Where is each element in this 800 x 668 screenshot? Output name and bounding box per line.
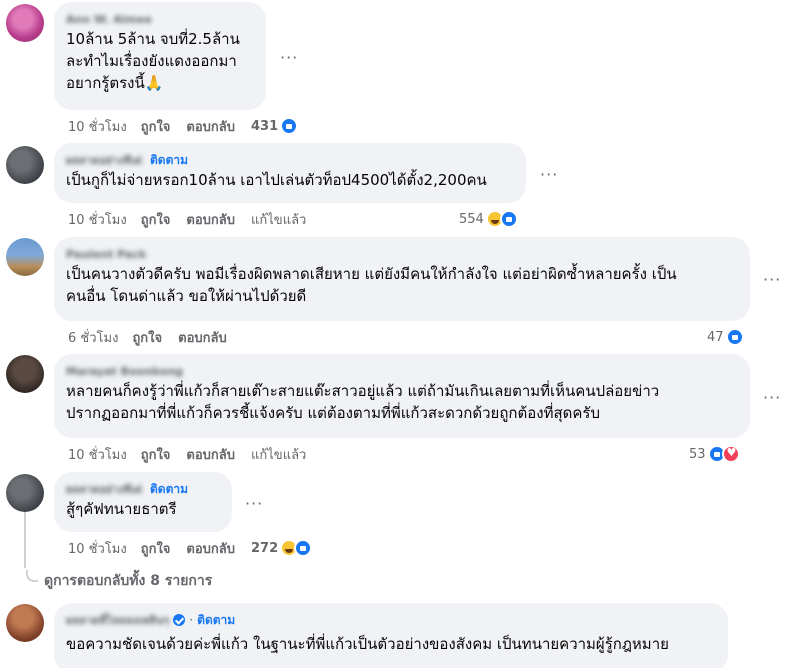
comment-bubble: Marayat Boonbong หลายคนก็คงรู้ว่าพี่แก้ว… [54,354,750,438]
comment-bubble: ผลลาดที่ไหลลงเพลินๆ · ติดตาม ขอความชัดเจ… [54,603,728,668]
comment-text: หลายคนก็คงรู้ว่าพี่แก้วก็สายเต๊าะสายแต๊ะ… [66,380,738,424]
reaction-count: 47 [707,329,724,345]
reply-button[interactable]: ตอบกลับ [186,538,235,559]
thread-line [24,512,26,568]
comment-actions: 6 ชั่วโมง ถูกใจ ตอบกลับ [68,327,243,347]
edited-label: แก้ไขแล้ว [251,447,307,463]
verified-icon [173,614,186,626]
edited-label: แก้ไขแล้ว [251,212,307,228]
comment-line: 10ล้าน 5ล้าน จบที่2.5ล้าน [66,30,240,48]
comment-text: สู้ๆคัฟทนายธาตรี [66,500,177,518]
love-reaction-icon [721,445,740,463]
avatar[interactable] [6,474,44,512]
reaction-count: 554 [459,211,484,227]
more-options-button[interactable]: ··· [245,494,263,513]
more-options-button[interactable]: ··· [763,388,781,407]
reply-button[interactable]: ตอบกลับ [186,116,235,137]
follow-button[interactable]: ติดตาม [150,151,188,170]
comment-time[interactable]: 10 ชั่วโมง [68,116,127,137]
like-reaction-icon [725,328,744,346]
reaction-count: 272 [251,540,279,556]
commenter-name[interactable]: Marayat Boonbong [66,365,183,378]
like-button[interactable]: ถูกใจ [141,444,171,465]
comment-actions: 10 ชั่วโมง ถูกใจ ตอบกลับ แก้ไขแล้ว [68,444,306,464]
comment-line: ละทำไมเรื่องยังแดงออกมา [66,52,237,70]
follow-button[interactable]: ติดตาม [197,611,235,630]
reaction-summary[interactable]: 431 [251,116,299,136]
like-button[interactable]: ถูกใจ [132,327,162,348]
reaction-summary[interactable]: 272 [251,538,313,558]
avatar[interactable] [6,4,44,42]
view-replies-link[interactable]: ดูการตอบกลับทั้ง 8 รายการ [26,570,212,592]
commenter-name[interactable]: ผลลาดที่ไหลลงเพลินๆ [66,611,169,629]
like-reaction-icon [280,117,299,135]
comment-time[interactable]: 10 ชั่วโมง [68,444,127,465]
reaction-count: 431 [251,118,279,134]
comment-text: 10ล้าน 5ล้าน จบที่2.5ล้าน ละทำไมเรื่องยั… [66,28,254,94]
like-reaction-icon [499,210,518,228]
comment-text: เป็นกูก็ไม่จ่ายหรอก10ล้าน เอาไปเล่นตัวท็… [66,171,487,189]
comment-actions: 10 ชั่วโมง ถูกใจ ตอบกลับ แก้ไขแล้ว [68,209,306,229]
more-options-button[interactable]: ··· [763,270,781,289]
more-options-button[interactable]: ··· [540,165,558,184]
comment-text: เป็นคนวางตัวดีครับ พอมีเรื่องผิดพลาดเสีย… [66,263,738,307]
comment-line: คนอื่น โดนด่าแล้ว ขอให้ผ่านไปด้วยดี [66,287,307,305]
commenter-name[interactable]: ผลลาดอย่างทีเด่ [66,151,142,169]
comment-time[interactable]: 6 ชั่วโมง [68,327,118,348]
comment-bubble: ผลลาดอย่างทีเด่ ติดตาม สู้ๆคัฟทนายธาตรี [54,472,232,532]
reaction-summary[interactable]: 53 [689,444,740,464]
comment-bubble: ผลลาดอย่างทีเด่ ติดตาม เป็นกูก็ไม่จ่ายหร… [54,143,526,203]
comment-line: หลายคนก็คงรู้ว่าพี่แก้วก็สายเต๊าะสายแต๊ะ… [66,382,660,400]
separator: · [189,613,194,627]
comment-time[interactable]: 10 ชั่วโมง [68,209,127,230]
view-replies-label[interactable]: ดูการตอบกลับทั้ง 8 รายการ [44,570,212,592]
comment-text: ขอความชัดเจนด้วยค่ะพี่แก้ว ในฐานะที่พี่แ… [66,635,669,653]
like-button[interactable]: ถูกใจ [141,538,171,559]
comment-line: เป็นคนวางตัวดีครับ พอมีเรื่องผิดพลาดเสีย… [66,265,677,283]
avatar[interactable] [6,604,44,642]
reaction-summary[interactable]: 554 [459,209,518,229]
comment-actions: 10 ชั่วโมง ถูกใจ ตอบกลับ 431 [68,116,299,137]
like-reaction-icon [294,539,313,557]
reply-button[interactable]: ตอบกลับ [178,327,227,348]
reply-button[interactable]: ตอบกลับ [186,209,235,230]
avatar[interactable] [6,355,44,393]
thread-connector [26,570,38,582]
commenter-name[interactable]: Ann W. Aimee [66,13,152,26]
comment-bubble: Ann W. Aimee 10ล้าน 5ล้าน จบที่2.5ล้าน ล… [54,2,266,110]
comment-line: ปรากฏออกมาที่พี่แก้วก็ควรชี้แจ้งครับ แต่… [66,404,600,422]
more-options-button[interactable]: ··· [280,48,298,67]
comment-time[interactable]: 10 ชั่วโมง [68,538,127,559]
avatar[interactable] [6,238,44,276]
like-button[interactable]: ถูกใจ [141,116,171,137]
reaction-count: 53 [689,446,706,462]
comment-line: อยากรู้ตรงนี้🙏 [66,74,164,92]
comment-bubble: Paulent Pack เป็นคนวางตัวดีครับ พอมีเรื่… [54,237,750,321]
reaction-summary[interactable]: 47 [707,327,744,347]
commenter-name[interactable]: Paulent Pack [66,248,146,261]
avatar[interactable] [6,146,44,184]
commenter-name[interactable]: ผลลาดอย่างทีเด่ [66,480,142,498]
comment-actions: 10 ชั่วโมง ถูกใจ ตอบกลับ 272 [68,538,313,559]
reply-button[interactable]: ตอบกลับ [186,444,235,465]
like-button[interactable]: ถูกใจ [141,209,171,230]
follow-button[interactable]: ติดตาม [150,480,188,499]
